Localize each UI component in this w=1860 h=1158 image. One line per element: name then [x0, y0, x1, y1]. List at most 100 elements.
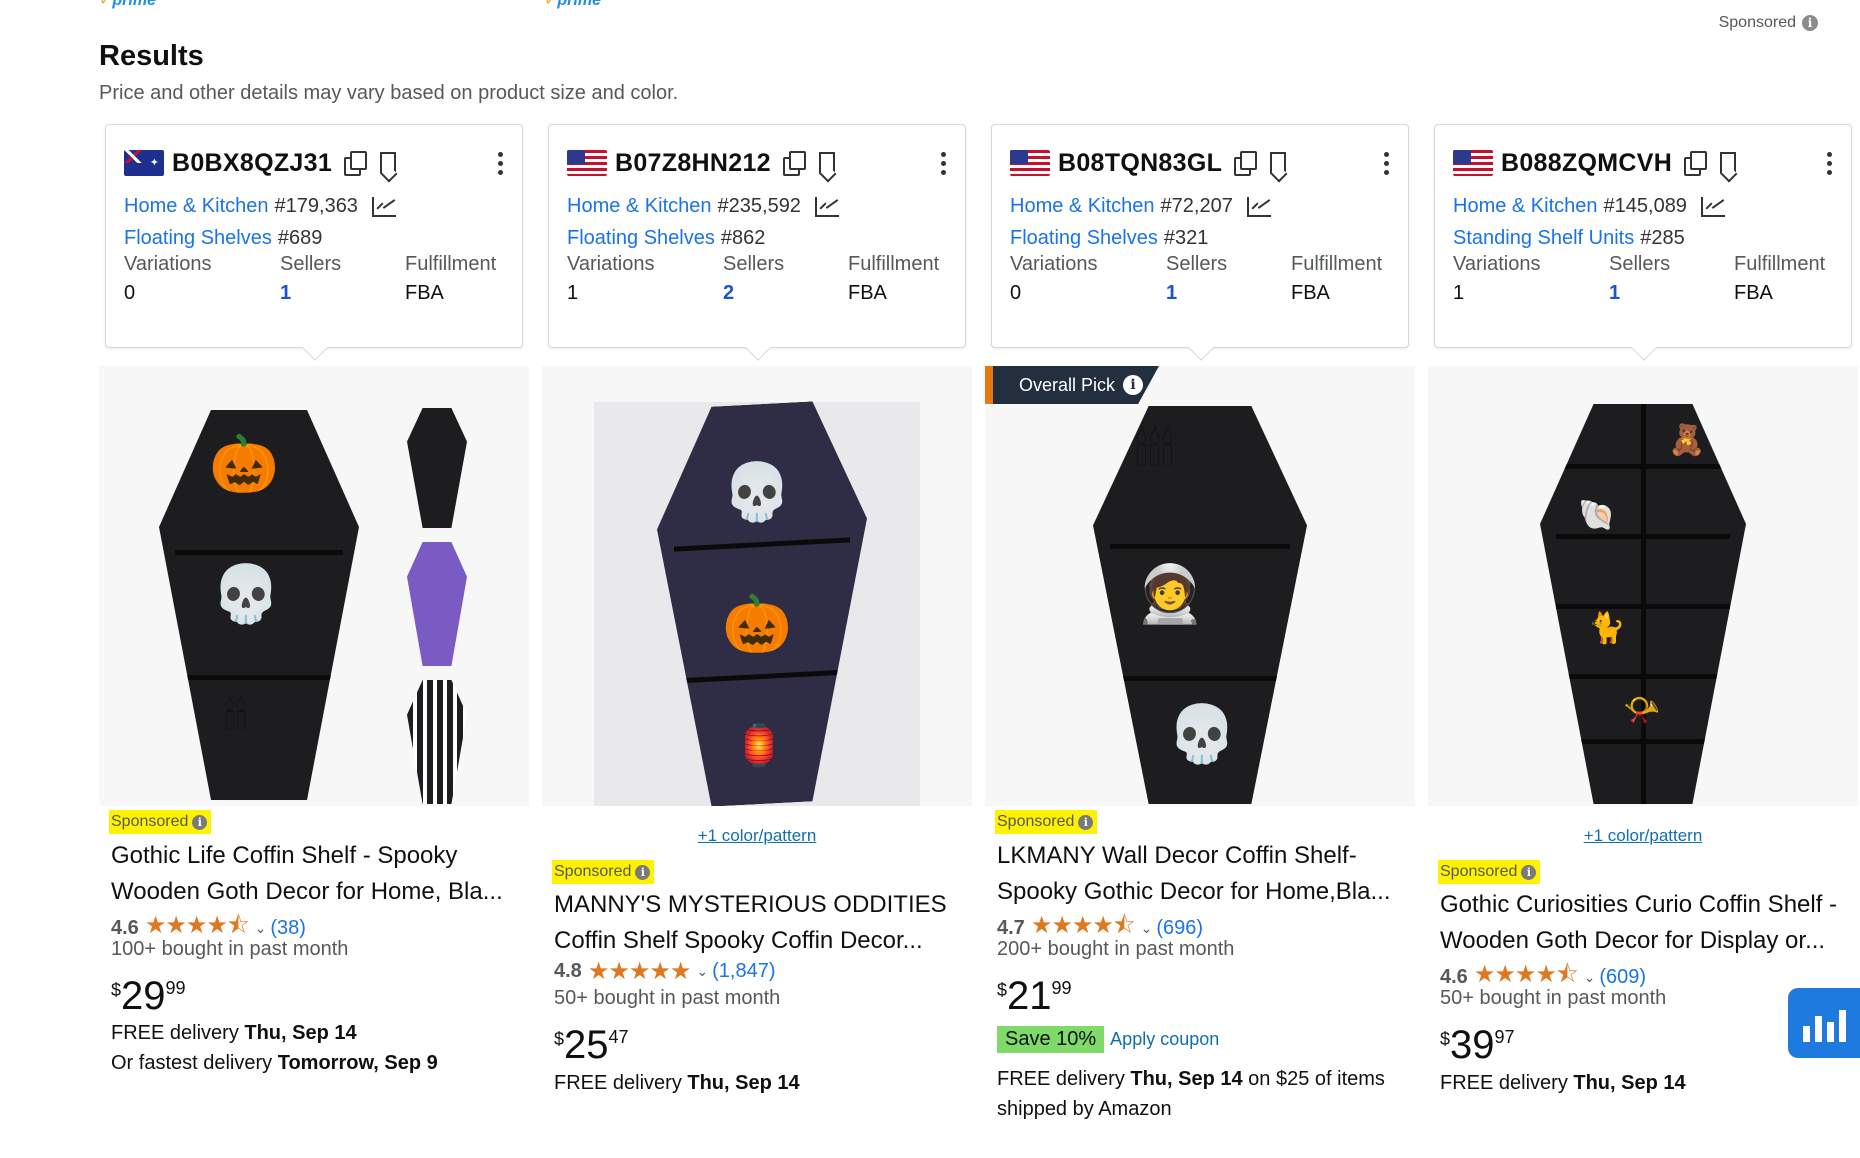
product-title-link[interactable]: Gothic Life Coffin Shelf - Spooky Wooden…: [111, 838, 521, 910]
chart-trend-icon[interactable]: [371, 196, 396, 217]
sponsored-text: Sponsored: [1718, 14, 1796, 31]
coupon-badge: Save 10%: [997, 1026, 1105, 1053]
rank-number: #321: [1163, 227, 1209, 249]
skull-decoration: 💀: [722, 460, 792, 523]
chart-trend-icon[interactable]: [1700, 196, 1725, 217]
more-options-icon[interactable]: [1384, 151, 1390, 175]
info-icon[interactable]: i: [1123, 375, 1144, 395]
product-card: B08TQN83GL Home & Kitchen #72,207 Floati…: [985, 120, 1415, 1158]
product-title-link[interactable]: MANNY'S MYSTERIOUS ODDITIES Coffin Shelf…: [554, 887, 964, 959]
price-whole: 25: [564, 1023, 609, 1067]
chevron-down-icon[interactable]: ⌄: [696, 963, 708, 980]
rank-number: #179,363: [274, 195, 358, 217]
rank-row: Home & Kitchen #179,363: [124, 195, 396, 218]
price[interactable]: $ 29 99: [111, 974, 186, 1018]
astronaut-figures: 🧑‍🚀: [1135, 562, 1205, 625]
rank-number: #285: [1640, 227, 1685, 249]
star-rating-icon[interactable]: ★★★★★: [588, 957, 692, 986]
bookmark-icon[interactable]: [380, 152, 397, 174]
sellers-link[interactable]: 1: [280, 282, 405, 305]
rank-category-link[interactable]: Home & Kitchen: [567, 195, 712, 218]
gramophone-decoration: 📯: [1623, 694, 1661, 727]
product-title-link[interactable]: LKMANY Wall Decor Coffin Shelf-Spooky Go…: [997, 838, 1407, 910]
delivery-prefix: FREE delivery: [111, 1022, 245, 1044]
rank-category-link[interactable]: Home & Kitchen: [1453, 195, 1598, 218]
copy-icon[interactable]: [782, 151, 806, 176]
apply-coupon-link[interactable]: Apply coupon: [1110, 1029, 1219, 1050]
price-whole: 29: [121, 974, 166, 1018]
chevron-down-icon[interactable]: ⌄: [255, 920, 267, 937]
variations-value: 0: [1010, 282, 1022, 304]
sponsored-badge[interactable]: Sponsored i: [552, 860, 655, 884]
sellers-link[interactable]: 1: [1166, 282, 1291, 305]
overall-pick-badge[interactable]: Overall Pick i: [985, 366, 1159, 404]
more-options-icon[interactable]: [498, 151, 504, 175]
info-icon[interactable]: i: [635, 864, 651, 880]
rank-category-link[interactable]: Floating Shelves: [1010, 227, 1158, 250]
rank-number: #689: [277, 227, 323, 249]
sponsored-label[interactable]: Sponsored i: [1719, 14, 1818, 32]
product-image[interactable]: 🕯🕯🕯 🧑‍🚀 💀: [985, 366, 1415, 806]
delivery-prefix: FREE delivery: [1440, 1072, 1574, 1094]
product-image[interactable]: 🎃 💀 🕯🕯: [99, 366, 529, 806]
chart-trend-icon[interactable]: [1246, 196, 1271, 217]
results-subtitle: Price and other details may vary based o…: [99, 82, 679, 104]
rank-category-link[interactable]: Floating Shelves: [124, 227, 272, 250]
review-count-link[interactable]: (38): [270, 917, 306, 940]
rank-category-link[interactable]: Home & Kitchen: [1010, 195, 1155, 218]
floating-chart-button[interactable]: [1788, 988, 1860, 1058]
copy-icon[interactable]: [1234, 151, 1258, 176]
sellers-link[interactable]: 1: [1609, 282, 1734, 305]
info-icon[interactable]: i: [1078, 814, 1094, 830]
variations-header: Variations: [124, 253, 212, 275]
more-options-icon[interactable]: [941, 151, 947, 175]
info-icon[interactable]: i: [1802, 15, 1818, 31]
rank-category-link[interactable]: Home & Kitchen: [124, 195, 269, 218]
more-options-icon[interactable]: [1827, 151, 1833, 175]
price[interactable]: $ 39 97: [1440, 1023, 1515, 1067]
product-info-panel: B0BX8QZJ31 Home & Kitchen #179,363 Float…: [105, 124, 523, 361]
info-icon[interactable]: i: [192, 814, 208, 830]
price[interactable]: $ 25 47: [554, 1023, 629, 1067]
pumpkin-decoration: 🎃: [722, 592, 792, 655]
stats-values: 0 1 FBA: [1010, 282, 1394, 305]
subcategory-rank-row: Floating Shelves #862: [567, 227, 765, 250]
chevron-down-icon[interactable]: ⌄: [1584, 969, 1596, 986]
product-image[interactable]: 🧸 🐚 🐈 📯: [1428, 366, 1858, 806]
rank-row: Home & Kitchen #72,207: [1010, 195, 1271, 218]
review-count-link[interactable]: (1,847): [712, 960, 775, 983]
bookmark-icon[interactable]: [1270, 152, 1287, 174]
sponsored-badge[interactable]: Sponsored i: [995, 810, 1098, 834]
sellers-header: Sellers: [1609, 253, 1671, 275]
delivery-date: Thu, Sep 14: [244, 1022, 357, 1044]
asin-label: B088ZQMCVH: [1501, 148, 1673, 177]
rank-category-link[interactable]: Standing Shelf Units: [1453, 227, 1634, 250]
review-count-link[interactable]: (696): [1156, 917, 1203, 940]
sellers-link[interactable]: 2: [723, 282, 848, 305]
price-symbol: $: [111, 980, 122, 1000]
delivery-info: FREE delivery Thu, Sep 14: [1440, 1068, 1850, 1098]
chevron-down-icon[interactable]: ⌄: [1141, 920, 1153, 937]
copy-icon[interactable]: [1684, 151, 1708, 176]
fulfillment-value: FBA: [1291, 282, 1330, 304]
product-image[interactable]: 💀 🎃 🏮: [542, 366, 972, 806]
sponsored-badge[interactable]: Sponsored i: [1438, 860, 1541, 884]
chart-trend-icon[interactable]: [814, 196, 839, 217]
sponsored-badge[interactable]: Sponsored i: [109, 810, 212, 834]
product-title-link[interactable]: Gothic Curiosities Curio Coffin Shelf - …: [1440, 887, 1850, 959]
info-icon[interactable]: i: [1521, 864, 1537, 880]
rank-category-link[interactable]: Floating Shelves: [567, 227, 715, 250]
variations-header: Variations: [567, 253, 655, 275]
product-info-panel: B088ZQMCVH Home & Kitchen #145,089 Stand…: [1434, 124, 1852, 361]
sponsored-text: Sponsored: [554, 863, 632, 880]
color-pattern-link[interactable]: +1 color/pattern: [1428, 826, 1858, 846]
bookmark-icon[interactable]: [818, 152, 835, 174]
copy-icon[interactable]: [344, 151, 368, 176]
bookmark-icon[interactable]: [1720, 152, 1737, 174]
sponsored-text: Sponsored: [1440, 863, 1518, 880]
review-count-link[interactable]: (609): [1599, 966, 1646, 989]
color-pattern-link[interactable]: +1 color/pattern: [542, 826, 972, 846]
price[interactable]: $ 21 99: [997, 974, 1072, 1018]
fulfillment-value: FBA: [848, 282, 887, 304]
stats-headers: Variations Sellers Fulfillment: [1453, 253, 1837, 276]
